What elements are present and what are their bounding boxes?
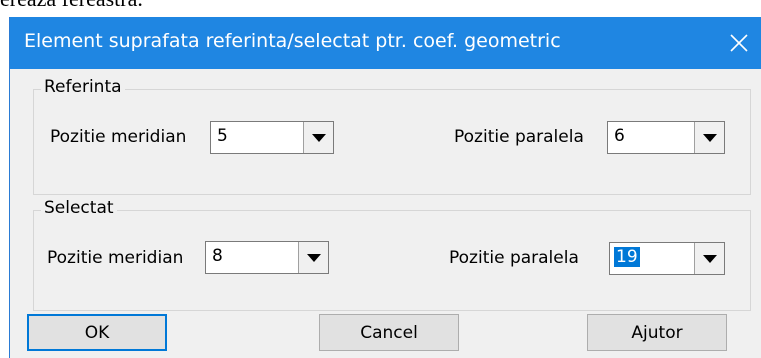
help-button[interactable]: Ajutor <box>587 314 727 351</box>
chevron-down-icon <box>311 133 326 142</box>
chevron-down-icon <box>702 254 717 263</box>
referinta-paralela-value: 6 <box>614 126 625 146</box>
referinta-paralela-label: Pozitie paralela <box>454 127 584 147</box>
selectat-paralela-value: 19 <box>614 247 640 267</box>
cancel-button[interactable]: Cancel <box>319 314 459 351</box>
selectat-group-label: Selectat <box>41 198 117 218</box>
title-bar[interactable]: Element suprafata referinta/selectat ptr… <box>10 17 761 69</box>
selectat-meridian-label: Pozitie meridian <box>47 248 184 268</box>
selectat-meridian-dropdown-button[interactable] <box>298 242 328 273</box>
referinta-paralela-select[interactable]: 6 <box>607 121 725 154</box>
selectat-meridian-select[interactable]: 8 <box>205 241 329 274</box>
selectat-paralela-label: Pozitie paralela <box>449 248 579 268</box>
close-icon <box>730 34 748 52</box>
referinta-group-label: Referinta <box>41 77 125 97</box>
chevron-down-icon <box>306 253 321 262</box>
selectat-group: Selectat Pozitie meridian 8 Pozitie para… <box>33 198 751 311</box>
background-document-text: ereaza fereastra. <box>0 0 143 12</box>
referinta-meridian-label: Pozitie meridian <box>50 127 187 147</box>
chevron-down-icon <box>702 133 717 142</box>
referinta-paralela-dropdown-button[interactable] <box>694 122 724 153</box>
referinta-meridian-select[interactable]: 5 <box>210 121 334 154</box>
selectat-paralela-dropdown-button[interactable] <box>694 243 724 274</box>
close-button[interactable] <box>716 17 761 69</box>
selectat-meridian-value: 8 <box>212 246 223 266</box>
dialog-window: Element suprafata referinta/selectat ptr… <box>9 17 761 358</box>
dialog-title: Element suprafata referinta/selectat ptr… <box>24 30 561 52</box>
referinta-group: Referinta Pozitie meridian 5 Pozitie par… <box>33 77 751 195</box>
referinta-meridian-value: 5 <box>217 126 228 146</box>
selectat-paralela-select[interactable]: 19 <box>609 242 725 275</box>
ok-button[interactable]: OK <box>27 314 167 351</box>
referinta-meridian-dropdown-button[interactable] <box>303 122 333 153</box>
